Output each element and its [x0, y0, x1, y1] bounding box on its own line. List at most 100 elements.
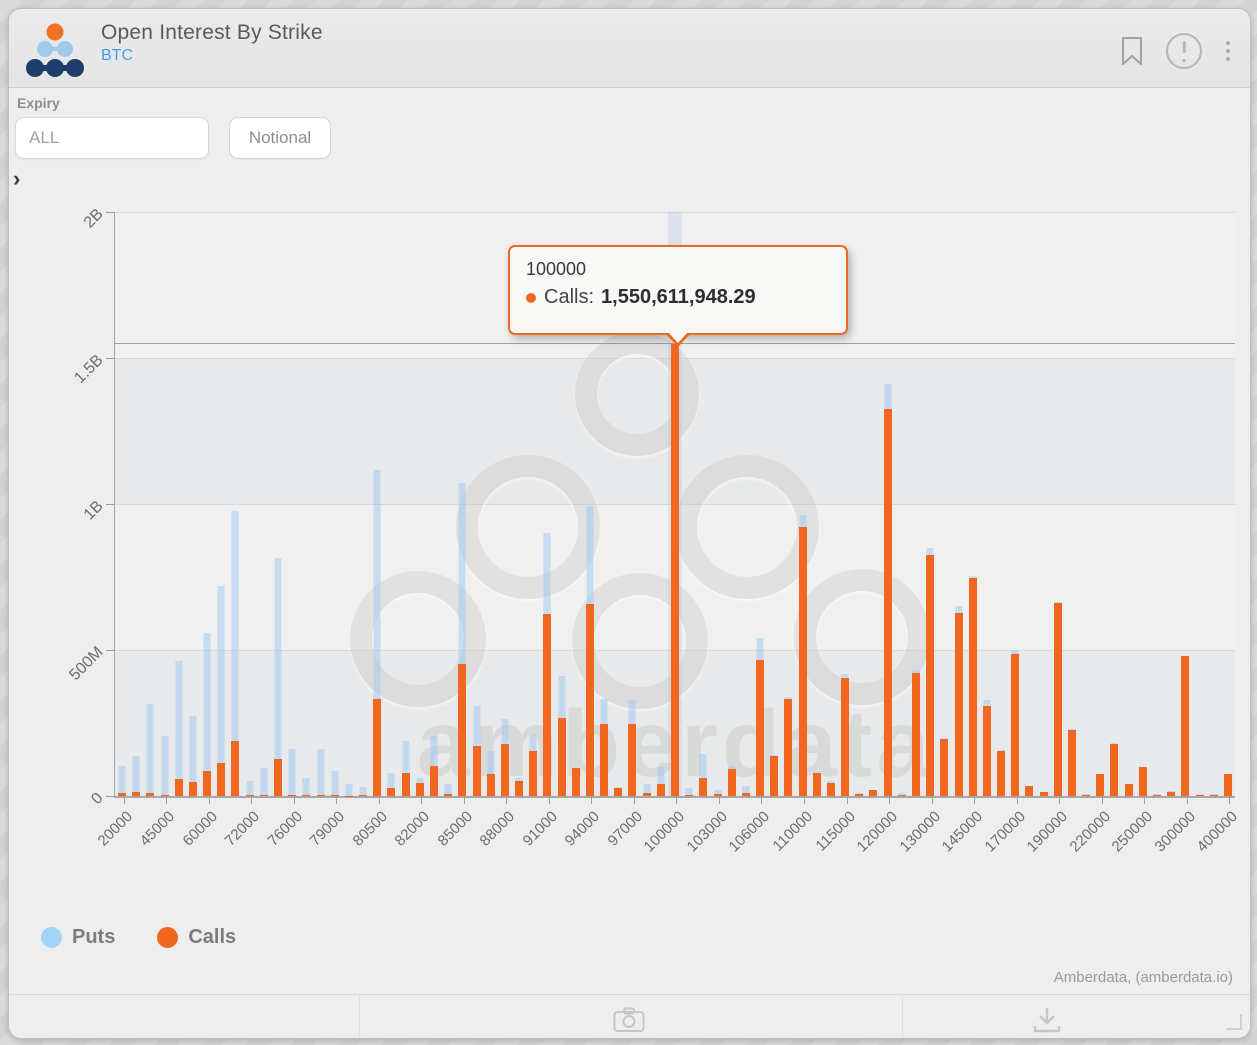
- bar-slot-67[interactable]: [1065, 212, 1079, 796]
- bar-slot-63[interactable]: [1008, 212, 1022, 796]
- collapse-chevron-icon[interactable]: ›: [13, 167, 31, 191]
- widget-header: Open Interest By Strike BTC: [9, 9, 1250, 88]
- put-bar: [161, 736, 168, 796]
- bar-slot-57[interactable]: [923, 212, 937, 796]
- call-bar: [827, 783, 835, 796]
- call-bar: [118, 793, 126, 796]
- call-bar: [1011, 654, 1019, 796]
- bar-slot-6[interactable]: [200, 212, 214, 796]
- bar-slot-10[interactable]: [257, 212, 271, 796]
- call-bar: [1210, 795, 1218, 796]
- bar-slot-56[interactable]: [909, 212, 923, 796]
- x-axis-tick: [124, 796, 125, 804]
- bar-slot-72[interactable]: [1136, 212, 1150, 796]
- call-bar: [869, 790, 877, 796]
- call-bar: [246, 795, 254, 796]
- bar-slot-11[interactable]: [271, 212, 285, 796]
- call-bar: [699, 778, 707, 796]
- widget-card: Open Interest By Strike BTC Expiry ALL N…: [8, 8, 1251, 1039]
- call-bar: [1125, 784, 1133, 796]
- bar-slot-16[interactable]: [342, 212, 356, 796]
- bar-slot-66[interactable]: [1051, 212, 1065, 796]
- bar-slot-69[interactable]: [1093, 212, 1107, 796]
- bar-slot-59[interactable]: [951, 212, 965, 796]
- call-bar: [231, 741, 239, 796]
- x-axis-tick: [1187, 796, 1188, 804]
- bar-slot-15[interactable]: [328, 212, 342, 796]
- bar-slot-65[interactable]: [1037, 212, 1051, 796]
- bar-slot-76[interactable]: [1192, 212, 1206, 796]
- call-bar: [331, 795, 339, 796]
- put-bar: [119, 766, 126, 796]
- bar-slot-52[interactable]: [852, 212, 866, 796]
- bar-slot-75[interactable]: [1178, 212, 1192, 796]
- x-axis-tick: [761, 796, 762, 804]
- bar-slot-1[interactable]: [129, 212, 143, 796]
- kebab-menu-icon[interactable]: [1224, 39, 1232, 63]
- put-bar: [175, 661, 182, 796]
- bar-slot-23[interactable]: [441, 212, 455, 796]
- bar-slot-24[interactable]: [455, 212, 469, 796]
- put-bar: [133, 756, 140, 796]
- bar-slot-8[interactable]: [228, 212, 242, 796]
- camera-icon[interactable]: [611, 1005, 647, 1035]
- resize-handle-icon[interactable]: [1226, 1014, 1242, 1030]
- call-bar: [671, 343, 679, 796]
- bar-slot-62[interactable]: [994, 212, 1008, 796]
- bar-slot-55[interactable]: [895, 212, 909, 796]
- call-bar: [855, 794, 863, 796]
- footer-divider: [9, 994, 1250, 995]
- notional-button[interactable]: Notional: [229, 117, 331, 159]
- expiry-select[interactable]: ALL: [15, 117, 209, 159]
- bar-slot-74[interactable]: [1164, 212, 1178, 796]
- bar-slot-20[interactable]: [399, 212, 413, 796]
- bookmark-icon[interactable]: [1120, 36, 1144, 66]
- bar-slot-71[interactable]: [1122, 212, 1136, 796]
- bar-slot-5[interactable]: [186, 212, 200, 796]
- call-bar: [657, 784, 665, 796]
- bar-slot-64[interactable]: [1022, 212, 1036, 796]
- put-bar: [303, 778, 310, 796]
- bar-slot-25[interactable]: [469, 212, 483, 796]
- call-bar: [1040, 792, 1048, 796]
- x-axis-tick: [1059, 796, 1060, 804]
- x-axis-tick: [549, 796, 550, 804]
- bar-slot-61[interactable]: [980, 212, 994, 796]
- bar-slot-2[interactable]: [143, 212, 157, 796]
- bar-slot-26[interactable]: [484, 212, 498, 796]
- bar-slot-60[interactable]: [966, 212, 980, 796]
- bar-slot-0[interactable]: [115, 212, 129, 796]
- download-icon[interactable]: [1029, 1005, 1065, 1035]
- call-bar: [274, 759, 282, 796]
- alert-icon[interactable]: [1166, 33, 1202, 69]
- legend-item-calls[interactable]: Calls: [157, 926, 236, 949]
- bar-slot-4[interactable]: [172, 212, 186, 796]
- put-bar: [345, 784, 352, 796]
- call-bar: [217, 763, 225, 796]
- bar-slot-9[interactable]: [243, 212, 257, 796]
- bar-slot-12[interactable]: [285, 212, 299, 796]
- call-bar: [997, 751, 1005, 796]
- bar-slot-68[interactable]: [1079, 212, 1093, 796]
- bar-slot-21[interactable]: [413, 212, 427, 796]
- call-bar: [770, 756, 778, 796]
- x-axis-tick: [1102, 796, 1103, 804]
- bar-slot-14[interactable]: [313, 212, 327, 796]
- bar-slot-13[interactable]: [299, 212, 313, 796]
- bar-slot-73[interactable]: [1150, 212, 1164, 796]
- bar-slot-17[interactable]: [356, 212, 370, 796]
- call-bar: [926, 555, 934, 796]
- bar-slot-7[interactable]: [214, 212, 228, 796]
- bar-slot-70[interactable]: [1107, 212, 1121, 796]
- bar-slot-22[interactable]: [427, 212, 441, 796]
- bar-slot-58[interactable]: [937, 212, 951, 796]
- x-axis-tick: [506, 796, 507, 804]
- legend-item-puts[interactable]: Puts: [41, 926, 115, 949]
- bar-slot-19[interactable]: [384, 212, 398, 796]
- bar-slot-54[interactable]: [881, 212, 895, 796]
- bar-slot-53[interactable]: [866, 212, 880, 796]
- bar-slot-78[interactable]: [1221, 212, 1235, 796]
- bar-slot-18[interactable]: [370, 212, 384, 796]
- bar-slot-77[interactable]: [1207, 212, 1221, 796]
- bar-slot-3[interactable]: [158, 212, 172, 796]
